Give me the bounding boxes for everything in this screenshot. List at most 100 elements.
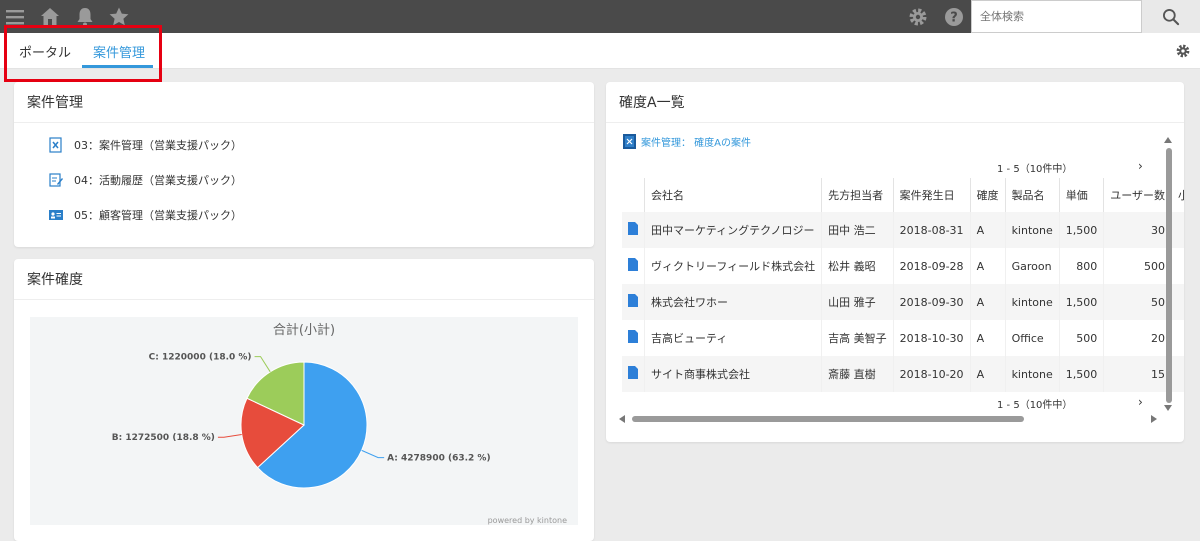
app-link-activity-history[interactable]: 04：活動履歴（営業支援パック）: [48, 172, 242, 188]
cell-contact: 山田 雅子: [821, 284, 894, 320]
tab-settings-gear-icon[interactable]: [1174, 42, 1192, 60]
pager-count-top: 1 - 5（10件中）: [997, 164, 1073, 175]
cell-company: サイト商事株式会社: [644, 356, 823, 392]
scroll-right-arrow-icon[interactable]: [1150, 414, 1158, 424]
cell-rank: A: [970, 356, 1006, 392]
pie-label-connector: [254, 356, 271, 373]
cell-company: 吉高ビューティ: [644, 320, 823, 356]
cell-truncated: [1171, 284, 1184, 320]
panel-divider: [14, 299, 594, 300]
svg-text:?: ?: [950, 11, 958, 26]
app-book-icon: [623, 134, 636, 149]
pie-data-label: A: 4278900 (63.2 %): [387, 454, 490, 464]
cell-contact: 吉高 美智子: [821, 320, 894, 356]
table-header-row: 会社名 先方担当者 案件発生日 確度 製品名 単価 ユーザー数 小: [622, 178, 1184, 212]
cell-product: kintone: [1005, 284, 1060, 320]
record-detail-icon[interactable]: [622, 320, 645, 356]
cell-users: 500: [1103, 248, 1173, 284]
column-header[interactable]: 先方担当者: [821, 178, 894, 212]
column-header[interactable]: 会社名: [644, 178, 823, 212]
app-link-label: 04：活動履歴（営業支援パック）: [74, 174, 242, 187]
cell-truncated: [1171, 356, 1184, 392]
cell-product: kintone: [1005, 212, 1060, 248]
apps-panel: 案件管理 03：案件管理（営業支援パック） 04：活動履歴（営業支援パック） 0…: [14, 82, 594, 247]
table-row[interactable]: 株式会社ワホー 山田 雅子 2018-09-30 A kintone 1,500…: [622, 284, 1184, 320]
record-detail-icon[interactable]: [622, 248, 645, 284]
chart-panel: 案件確度 合計(小計) A: 4278900 (63.2 %) B: 127250…: [14, 259, 594, 541]
cell-contact: 松井 義昭: [821, 248, 894, 284]
cell-date: 2018-10-30: [893, 320, 971, 356]
cell-contact: 斎藤 直樹: [821, 356, 894, 392]
global-search-input[interactable]: [971, 0, 1142, 33]
pie-data-label: B: 1272500 (18.8 %): [112, 433, 215, 443]
annotation-highlight-box: [4, 25, 162, 82]
cell-truncated: [1171, 248, 1184, 284]
horizontal-scrollbar-thumb[interactable]: [632, 416, 1024, 422]
cell-product: kintone: [1005, 356, 1060, 392]
next-page-bottom-icon[interactable]: ›: [1138, 395, 1143, 409]
cell-rank: A: [970, 212, 1006, 248]
app-id-card-icon: [49, 210, 63, 220]
pager-count-bottom: 1 - 5（10件中）: [997, 400, 1073, 411]
cell-price: 800: [1059, 248, 1105, 284]
pie-chart: 合計(小計) A: 4278900 (63.2 %) B: 1272500 (18…: [112, 322, 567, 525]
table-row[interactable]: サイト商事株式会社 斎藤 直樹 2018-10-20 A kintone 1,5…: [622, 356, 1184, 392]
cell-date: 2018-09-30: [893, 284, 971, 320]
column-header[interactable]: 案件発生日: [893, 178, 971, 212]
pie-chart-area: 合計(小計) A: 4278900 (63.2 %) B: 1272500 (18…: [30, 317, 578, 525]
settings-gear-icon[interactable]: [906, 5, 930, 29]
cell-users: 50: [1103, 284, 1173, 320]
cell-price: 500: [1059, 320, 1105, 356]
column-header[interactable]: 確度: [970, 178, 1006, 212]
cell-price: 1,500: [1059, 212, 1105, 248]
cell-company: 株式会社ワホー: [644, 284, 823, 320]
cell-price: 1,500: [1059, 356, 1105, 392]
cell-truncated: [1171, 320, 1184, 356]
search-button[interactable]: [1142, 0, 1200, 33]
vertical-scrollbar-thumb[interactable]: [1166, 148, 1172, 403]
table-row[interactable]: 田中マーケティングテクノロジー 田中 浩二 2018-08-31 A kinto…: [622, 212, 1184, 248]
apps-panel-title: 案件管理: [27, 95, 83, 111]
chart-panel-title: 案件確度: [27, 272, 83, 288]
record-detail-icon[interactable]: [622, 356, 645, 392]
search-icon: [1163, 8, 1180, 25]
scroll-left-arrow-icon[interactable]: [618, 414, 626, 424]
view-link[interactable]: 案件管理： 確度Aの案件: [622, 133, 751, 150]
app-link-customer-management[interactable]: 05：顧客管理（営業支援パック）: [48, 207, 242, 223]
table-row[interactable]: ヴィクトリーフィールド株式会社 松井 義昭 2018-09-28 A Garoo…: [622, 248, 1184, 284]
view-link-label: 案件管理： 確度Aの案件: [641, 138, 752, 149]
cell-price: 1,500: [1059, 284, 1105, 320]
scroll-up-arrow-icon[interactable]: [1163, 136, 1173, 144]
cell-rank: A: [970, 248, 1006, 284]
cell-users: 15: [1103, 356, 1173, 392]
column-header[interactable]: 単価: [1059, 178, 1105, 212]
column-header-icon: [622, 178, 645, 212]
cell-company: ヴィクトリーフィールド株式会社: [644, 248, 823, 284]
column-header[interactable]: ユーザー数: [1103, 178, 1173, 212]
powered-by-label: powered by kintone: [488, 516, 567, 525]
app-link-case-management[interactable]: 03：案件管理（営業支援パック）: [48, 137, 242, 153]
scroll-down-arrow-icon[interactable]: [1163, 404, 1173, 412]
record-detail-icon[interactable]: [622, 284, 645, 320]
column-header[interactable]: 小: [1171, 178, 1184, 212]
pie-label-connector: [217, 434, 242, 438]
app-link-label: 05：顧客管理（営業支援パック）: [74, 209, 242, 222]
cell-company: 田中マーケティングテクノロジー: [644, 212, 823, 248]
cell-rank: A: [970, 320, 1006, 356]
table-row[interactable]: 吉高ビューティ 吉高 美智子 2018-10-30 A Office 500 2…: [622, 320, 1184, 356]
panel-divider: [606, 122, 1184, 123]
space-tab-bar: [0, 33, 1200, 69]
next-page-icon[interactable]: ›: [1138, 159, 1143, 173]
pie-label-connector: [361, 449, 385, 459]
column-header[interactable]: 製品名: [1005, 178, 1060, 212]
cell-rank: A: [970, 284, 1006, 320]
pie-data-label: C: 1220000 (18.0 %): [149, 353, 252, 363]
cell-users: 20: [1103, 320, 1173, 356]
cell-truncated: [1171, 212, 1184, 248]
record-detail-icon[interactable]: [622, 212, 645, 248]
app-document-icon: [49, 137, 62, 153]
records-panel-title: 確度A一覧: [619, 95, 685, 111]
help-icon[interactable]: ?: [942, 5, 966, 29]
cell-date: 2018-09-28: [893, 248, 971, 284]
app-edit-icon: [49, 173, 63, 187]
